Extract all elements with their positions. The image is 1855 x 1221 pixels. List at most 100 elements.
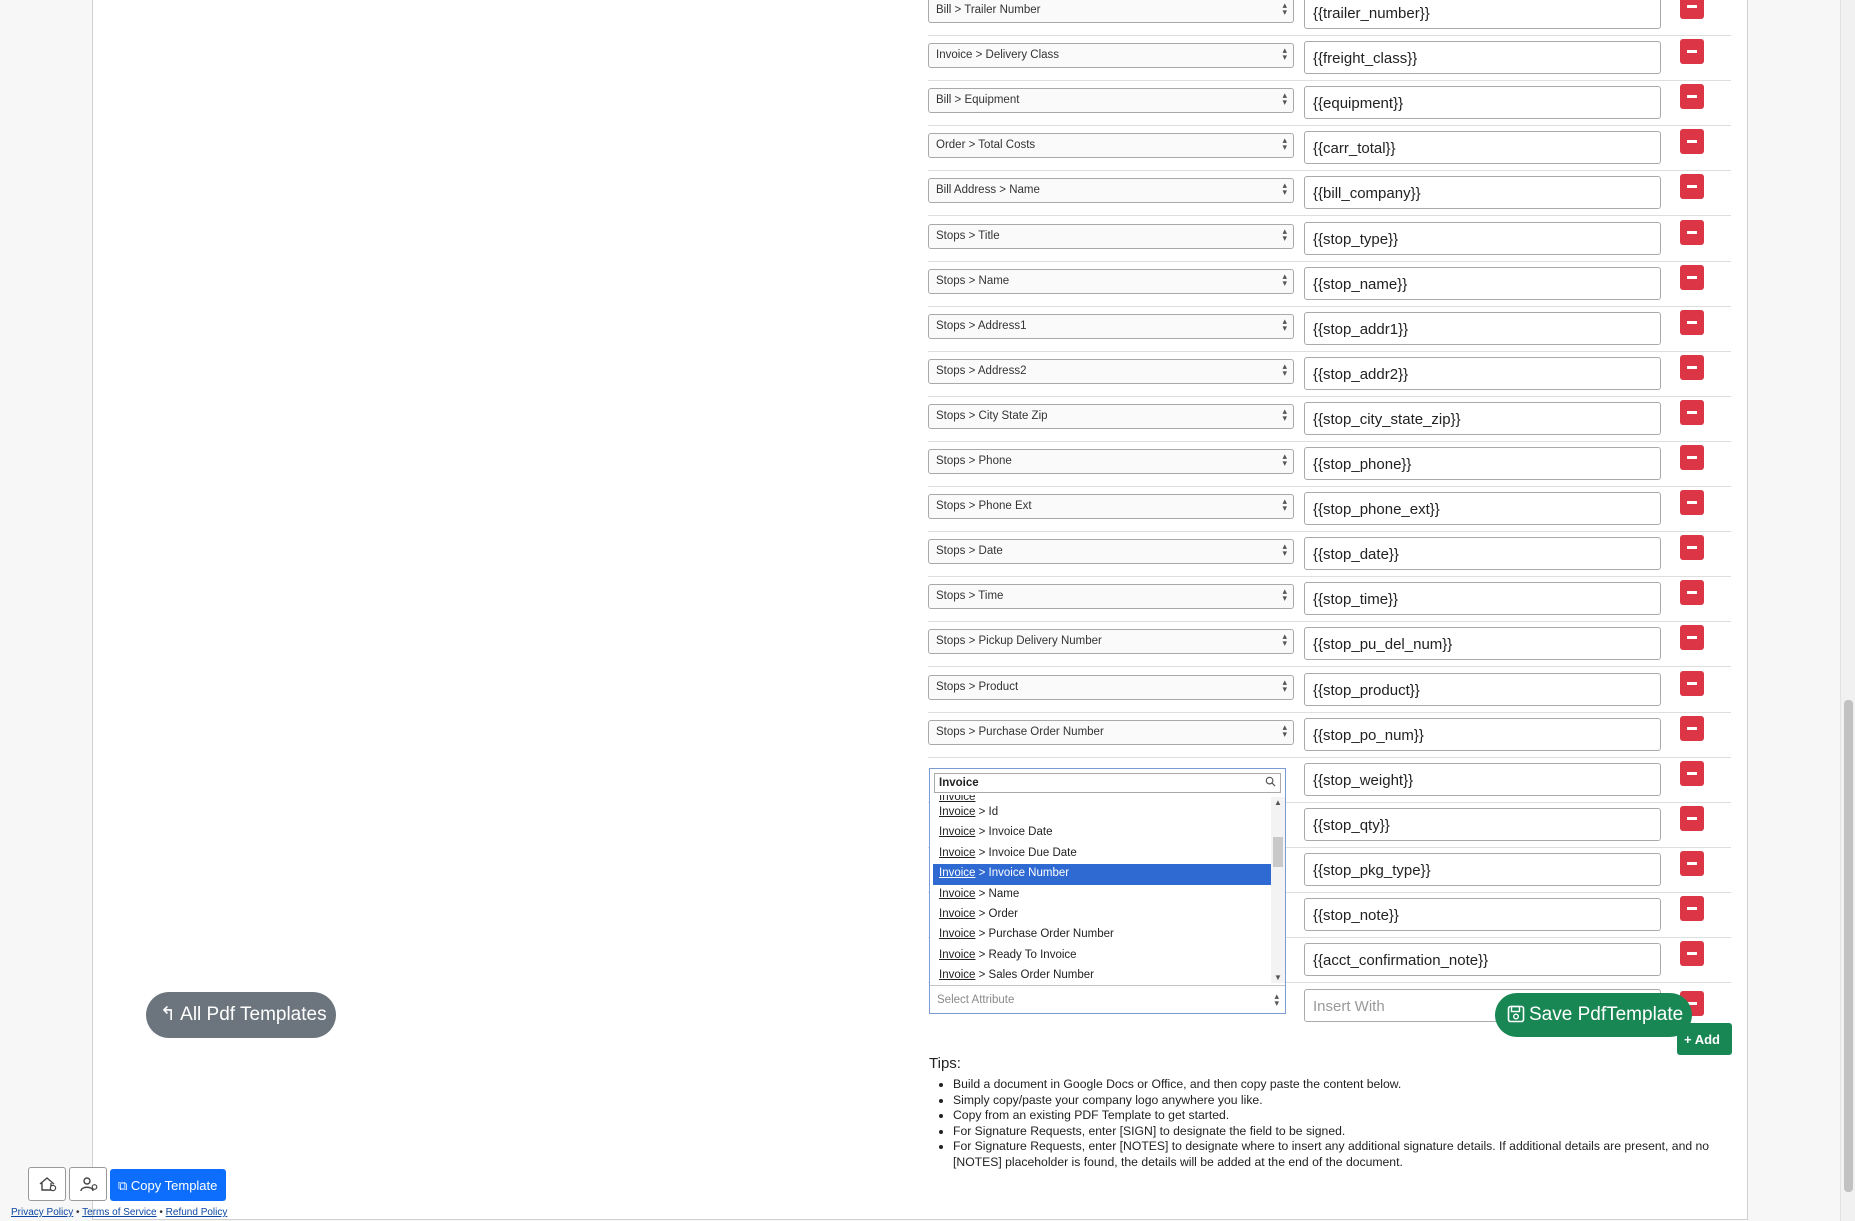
option-label: > Order — [975, 907, 1018, 920]
remove-row-button[interactable] — [1680, 0, 1704, 19]
token-input[interactable]: {{stop_qty}} — [1304, 807, 1661, 841]
home-settings-button[interactable] — [28, 1167, 66, 1201]
dropdown-option[interactable]: Invoice > Invoice Date — [930, 823, 1274, 843]
attribute-select[interactable]: Stops > Time ▴ ▾ — [928, 584, 1294, 610]
remove-row-button[interactable] — [1680, 625, 1704, 651]
token-input[interactable]: {{stop_phone}} — [1304, 447, 1661, 480]
remove-row-button[interactable] — [1680, 84, 1704, 110]
remove-row-button[interactable] — [1680, 896, 1704, 921]
dropdown-option[interactable]: Invoice > Sales Order Number — [930, 966, 1274, 985]
attribute-select[interactable]: Bill > Equipment ▴ ▾ — [928, 88, 1294, 114]
remove-row-button[interactable] — [1680, 174, 1704, 200]
attribute-select[interactable]: Stops > Purchase Order Number ▴ ▾ — [928, 719, 1294, 745]
attribute-select[interactable]: Stops > City State Zip ▴ ▾ — [928, 403, 1294, 429]
dropdown-option[interactable]: Invoice > Name — [930, 885, 1274, 905]
attribute-select[interactable]: Order > Total Costs ▴ ▾ — [928, 133, 1294, 159]
remove-row-button[interactable] — [1680, 941, 1704, 967]
page-scrollbar[interactable] — [1840, 0, 1855, 1221]
dropdown-option[interactable]: Invoice > Invoice Number — [933, 864, 1271, 885]
remove-row-button[interactable] — [1680, 535, 1704, 561]
select-arrows-icon: ▴ ▾ — [1282, 586, 1287, 604]
scroll-up-icon[interactable]: ▲ — [1274, 798, 1282, 807]
attribute-select[interactable]: Stops > Phone Ext ▴ ▾ — [928, 494, 1294, 520]
dropdown-option[interactable]: Invoice > Order — [930, 905, 1274, 925]
select-attribute-field[interactable]: Select Attribute ▴ ▾ — [930, 985, 1285, 1013]
option-match: Invoice — [939, 826, 976, 839]
token-input[interactable]: {{trailer_number}} — [1304, 0, 1661, 29]
attribute-select[interactable]: Stops > Pickup Delivery Number ▴ ▾ — [928, 629, 1294, 655]
save-template-button[interactable]: Save PdfTemplate — [1495, 993, 1692, 1037]
refund-policy-link[interactable]: Refund Policy — [166, 1207, 228, 1218]
copy-template-button[interactable]: ⧉ Copy Template — [110, 1169, 226, 1201]
remove-row-button[interactable] — [1680, 445, 1704, 470]
attribute-select[interactable]: Stops > Product ▴ ▾ — [928, 674, 1294, 700]
remove-row-button[interactable] — [1680, 715, 1704, 741]
remove-row-button[interactable] — [1680, 264, 1704, 290]
dropdown-scroll-thumb[interactable] — [1273, 837, 1283, 867]
remove-row-button[interactable] — [1680, 219, 1704, 245]
terms-of-service-link[interactable]: Terms of Service — [82, 1207, 156, 1218]
dropdown-option[interactable]: Invoice > Id — [930, 803, 1274, 823]
scroll-down-icon[interactable]: ▼ — [1274, 973, 1282, 982]
remove-row-button[interactable] — [1680, 39, 1704, 65]
token-input[interactable]: {{stop_po_num}} — [1304, 717, 1661, 751]
attribute-select[interactable]: Stops > Address1 ▴ ▾ — [928, 313, 1294, 339]
token-input[interactable]: {{stop_pu_del_num}} — [1304, 627, 1661, 661]
dropdown-scrollbar[interactable]: ▲ ▼ — [1271, 797, 1285, 983]
remove-row-button[interactable] — [1680, 760, 1704, 786]
select-arrows-icon: ▴ ▾ — [1282, 451, 1287, 468]
token-input[interactable]: {{stop_name}} — [1304, 266, 1661, 300]
token-value: {{stop_po_num}} — [1313, 726, 1424, 744]
page-scroll-thumb[interactable] — [1844, 700, 1853, 1192]
user-settings-button[interactable] — [69, 1167, 107, 1201]
remove-row-button[interactable] — [1680, 490, 1704, 516]
attribute-select[interactable]: Bill Address > Name ▴ ▾ — [928, 178, 1294, 204]
all-templates-label: All Pdf Templates — [180, 1004, 327, 1025]
remove-row-button[interactable] — [1680, 850, 1704, 876]
remove-row-button[interactable] — [1680, 354, 1704, 380]
token-input[interactable]: {{freight_class}} — [1304, 41, 1661, 75]
token-input[interactable]: {{bill_company}} — [1304, 176, 1661, 210]
all-templates-button[interactable]: ↰ All Pdf Templates — [146, 992, 336, 1038]
token-input[interactable]: {{stop_time}} — [1304, 582, 1661, 616]
token-input[interactable]: {{stop_pkg_type}} — [1304, 852, 1661, 886]
remove-row-button[interactable] — [1680, 129, 1704, 155]
token-input[interactable]: {{stop_addr2}} — [1304, 356, 1661, 390]
attribute-select-value: Stops > Phone Ext — [936, 500, 1032, 513]
token-input[interactable]: {{stop_addr1}} — [1304, 311, 1661, 345]
token-input[interactable]: {{carr_total}} — [1304, 131, 1661, 165]
token-input[interactable]: {{stop_weight}} — [1304, 762, 1661, 796]
attribute-select[interactable]: Stops > Name ▴ ▾ — [928, 268, 1294, 294]
token-input[interactable]: {{stop_product}} — [1304, 672, 1661, 706]
copy-template-label: Copy Template — [130, 1178, 218, 1193]
tips-list: Build a document in Google Docs or Offic… — [929, 1077, 1729, 1170]
attribute-search-input[interactable]: Invoice — [934, 773, 1281, 793]
dropdown-option[interactable]: Invoice > Ready To Invoice — [930, 946, 1274, 966]
privacy-policy-link[interactable]: Privacy Policy — [11, 1207, 73, 1218]
remove-row-button[interactable] — [1680, 805, 1704, 831]
attribute-select-value: Stops > Address1 — [936, 319, 1027, 332]
attribute-select[interactable]: Stops > Date ▴ ▾ — [928, 539, 1294, 565]
remove-row-button[interactable] — [1680, 399, 1704, 425]
dropdown-option[interactable]: Invoice > Purchase Order Number — [930, 925, 1274, 945]
token-input[interactable]: {{stop_date}} — [1304, 537, 1661, 571]
attribute-select[interactable]: Stops > Address2 ▴ ▾ — [928, 358, 1294, 384]
remove-row-button[interactable] — [1680, 309, 1704, 335]
remove-row-button[interactable] — [1680, 670, 1704, 696]
dropdown-option[interactable]: Invoice > Invoice Due Date — [930, 844, 1274, 864]
token-input[interactable]: {{stop_type}} — [1304, 221, 1661, 255]
dropdown-option-partial[interactable]: Invoice — [930, 795, 1274, 803]
token-input[interactable]: {{stop_note}} — [1304, 898, 1661, 931]
attribute-dropdown[interactable]: Invoice Invoice Invoice > Id Invoice > In… — [929, 768, 1286, 1014]
remove-row-button[interactable] — [1680, 580, 1704, 606]
token-input[interactable]: {{acct_confirmation_note}} — [1304, 943, 1661, 977]
attribute-select[interactable]: Invoice > Delivery Class ▴ ▾ — [928, 43, 1294, 69]
attribute-select[interactable]: Stops > Phone ▴ ▾ — [928, 449, 1294, 474]
token-input[interactable]: {{stop_city_state_zip}} — [1304, 401, 1661, 435]
token-input[interactable]: {{equipment}} — [1304, 86, 1661, 120]
attribute-select-value: Stops > City State Zip — [936, 409, 1048, 422]
mapping-row: Stops > Date ▴ ▾ {{stop_date}} — [928, 532, 1731, 578]
attribute-select[interactable]: Bill > Trailer Number ▴ ▾ — [928, 0, 1294, 23]
attribute-select[interactable]: Stops > Title ▴ ▾ — [928, 223, 1294, 249]
token-input[interactable]: {{stop_phone_ext}} — [1304, 492, 1661, 526]
